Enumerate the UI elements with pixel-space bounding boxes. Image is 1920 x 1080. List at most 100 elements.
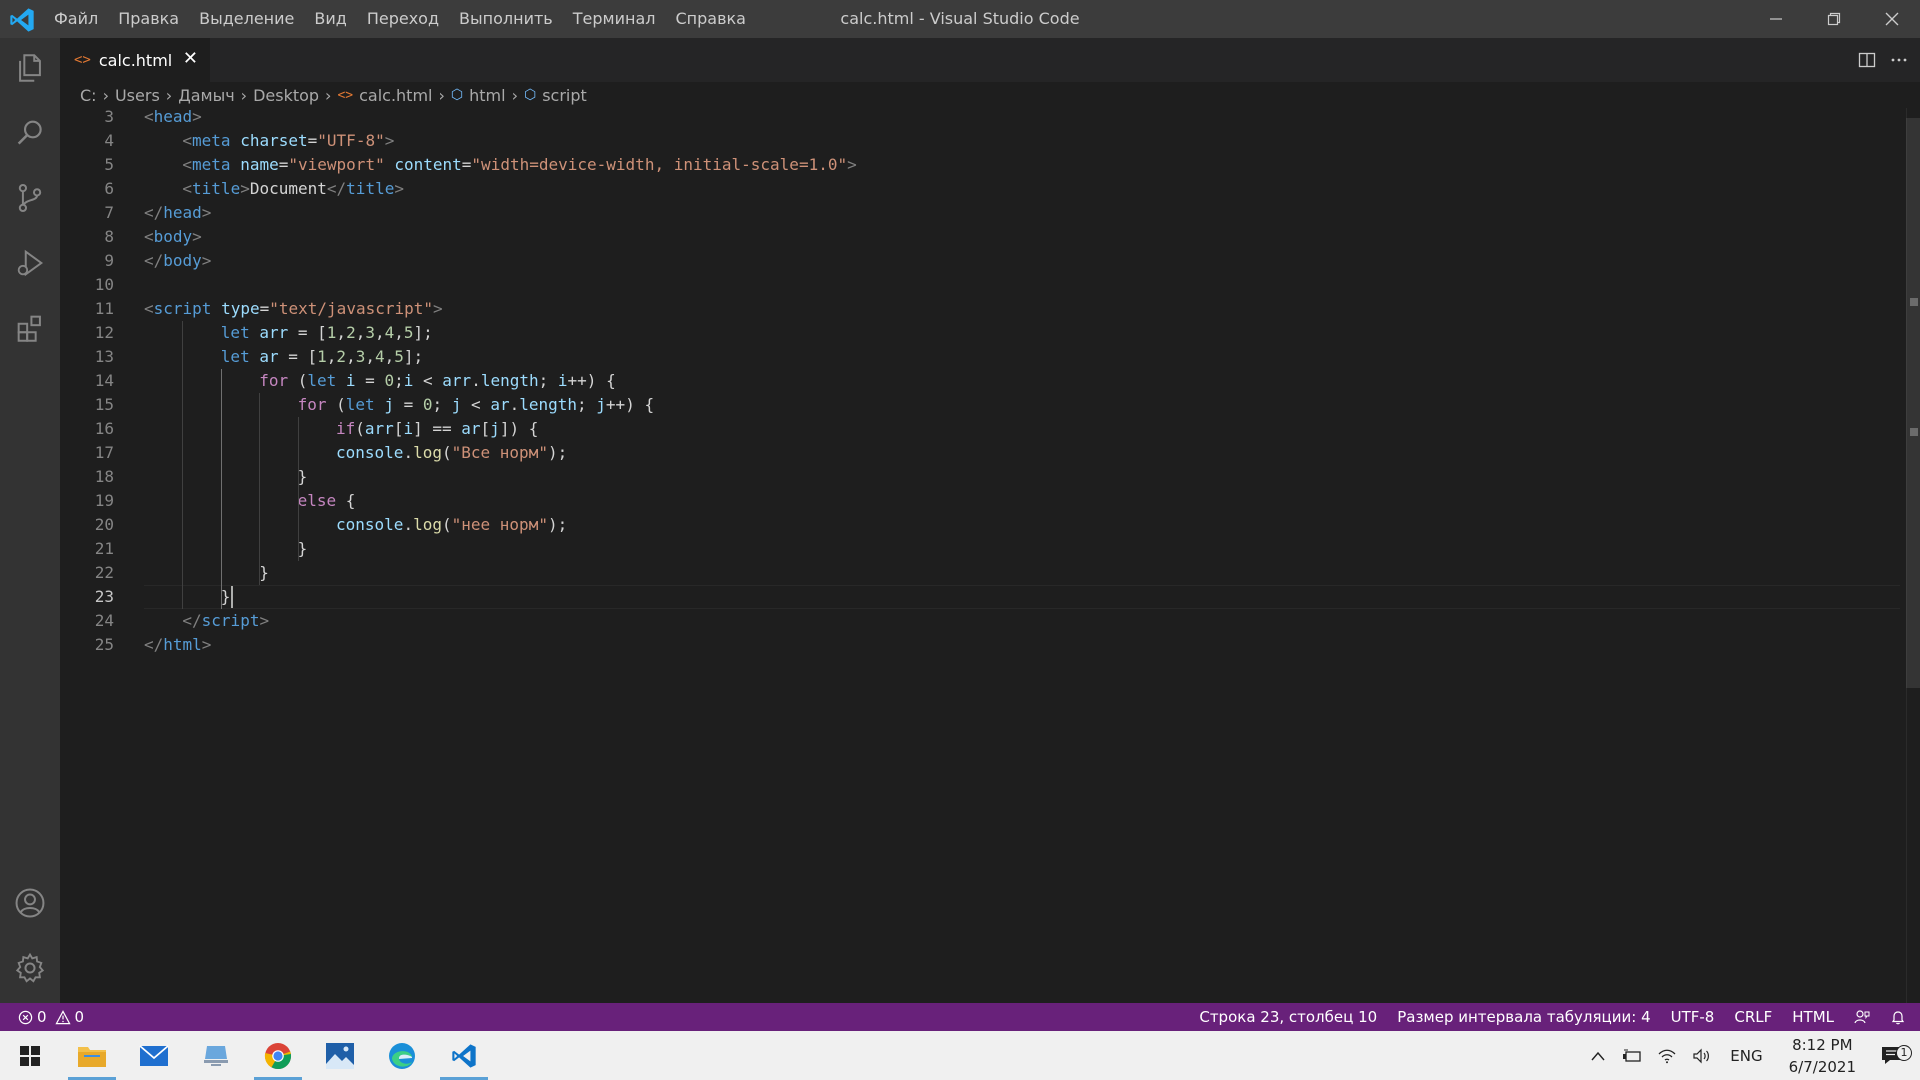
- code-line[interactable]: 12 let arr = [1,2,3,4,5];: [60, 321, 1900, 345]
- breadcrumb-symbol-html[interactable]: ⬡ html: [451, 86, 506, 105]
- breadcrumb-file[interactable]: <> calc.html: [337, 86, 432, 105]
- tab-size[interactable]: Размер интервала табуляции: 4: [1397, 1008, 1650, 1026]
- code-line[interactable]: 9 </body>: [60, 249, 1900, 273]
- code-token: >: [201, 251, 212, 270]
- vscode-logo-icon[interactable]: [8, 6, 36, 34]
- extensions-button[interactable]: [0, 298, 60, 358]
- problems-indicator[interactable]: 0 0: [18, 1003, 84, 1031]
- close-window-button[interactable]: [1864, 0, 1920, 38]
- language-mode[interactable]: HTML: [1792, 1008, 1834, 1026]
- feedback-icon[interactable]: [1854, 1009, 1870, 1025]
- source-control-button[interactable]: [0, 168, 60, 228]
- code-token: 4: [384, 323, 395, 342]
- start-button[interactable]: [0, 1031, 60, 1080]
- explorer-button[interactable]: [0, 38, 60, 98]
- tab-close-icon[interactable]: ✕: [183, 48, 198, 69]
- menu-view[interactable]: Вид: [304, 0, 356, 38]
- photos-icon: [326, 1042, 354, 1069]
- code-token: log: [413, 515, 442, 534]
- taskbar-photos[interactable]: [310, 1031, 370, 1080]
- code-text: <meta name="viewport" content="width=dev…: [182, 153, 856, 177]
- search-button[interactable]: [0, 103, 60, 163]
- code-token: =: [393, 395, 423, 414]
- code-token: length: [519, 395, 578, 414]
- taskbar-mail[interactable]: [124, 1031, 184, 1080]
- tab-calc-html[interactable]: <> calc.html ✕: [60, 38, 210, 82]
- code-line[interactable]: 14 for (let i = 0;i < arr.length; i++) {: [60, 369, 1900, 393]
- account-icon: [15, 888, 45, 918]
- code-token: head: [163, 203, 202, 222]
- code-token: "Все норм": [451, 443, 548, 462]
- code-line[interactable]: 15 for (let j = 0; j < ar.length; j++) {: [60, 393, 1900, 417]
- taskbar-this-pc[interactable]: [186, 1031, 246, 1080]
- code-token: meta: [192, 155, 231, 174]
- code-line[interactable]: 17 console.log("Все норм");: [60, 441, 1900, 465]
- menu-help[interactable]: Справка: [665, 0, 756, 38]
- source-control-icon: [18, 183, 42, 213]
- activity-bar: [0, 38, 60, 1003]
- action-center[interactable]: 1: [1870, 1044, 1920, 1067]
- breadcrumb-drive[interactable]: C:: [80, 86, 97, 105]
- code-line[interactable]: 25 </html>: [60, 633, 1900, 657]
- editor-scrollbar[interactable]: [1906, 108, 1920, 1003]
- split-editor-icon[interactable]: [1858, 51, 1876, 69]
- breadcrumb-desktop[interactable]: Desktop: [253, 86, 319, 105]
- code-line[interactable]: 13 let ar = [1,2,3,4,5];: [60, 345, 1900, 369]
- breadcrumb-symbol-script[interactable]: ⬡ script: [524, 86, 587, 105]
- volume-indicator[interactable]: [1684, 1048, 1718, 1064]
- encoding[interactable]: UTF-8: [1671, 1008, 1715, 1026]
- menu-file[interactable]: Файл: [44, 0, 108, 38]
- restore-button[interactable]: [1806, 0, 1862, 38]
- code-line[interactable]: 23}: [60, 585, 1900, 609]
- manage-button[interactable]: [0, 938, 60, 998]
- vscode-taskbar-icon: [452, 1043, 476, 1068]
- code-line[interactable]: 24 </script>: [60, 609, 1900, 633]
- code-line[interactable]: 7 </head>: [60, 201, 1900, 225]
- code-line[interactable]: 19 else {: [60, 489, 1900, 513]
- show-hidden-icons[interactable]: [1582, 1050, 1614, 1062]
- scrollbar-thumb[interactable]: [1906, 118, 1920, 688]
- breadcrumb-user-folder[interactable]: Дамыч: [178, 86, 234, 105]
- taskbar-file-explorer[interactable]: [62, 1031, 122, 1080]
- code-line[interactable]: 20 console.log("нее норм");: [60, 513, 1900, 537]
- code-token: let: [220, 323, 250, 342]
- menu-edit[interactable]: Правка: [108, 0, 189, 38]
- clock[interactable]: 8:12 PM 6/7/2021: [1775, 1034, 1870, 1078]
- code-line[interactable]: 11 <script type="text/javascript">: [60, 297, 1900, 321]
- menu-go[interactable]: Переход: [357, 0, 449, 38]
- code-line[interactable]: 5 <meta name="viewport" content="width=de…: [60, 153, 1900, 177]
- code-editor[interactable]: 3 <head> 4 <meta charset="UTF-8"> 5 <meta nam…: [60, 108, 1920, 1003]
- menu-run[interactable]: Выполнить: [449, 0, 563, 38]
- code-token: "UTF-8": [317, 131, 385, 150]
- end-of-line[interactable]: CRLF: [1734, 1008, 1772, 1026]
- bell-icon[interactable]: [1890, 1009, 1906, 1025]
- taskbar-vscode[interactable]: [434, 1031, 494, 1080]
- code-token: =: [259, 299, 270, 318]
- input-language[interactable]: ENG: [1718, 1047, 1774, 1065]
- run-debug-button[interactable]: [0, 233, 60, 293]
- battery-indicator[interactable]: [1614, 1049, 1650, 1063]
- code-line[interactable]: 21}: [60, 537, 1900, 561]
- code-line[interactable]: 4 <meta charset="UTF-8">: [60, 129, 1900, 153]
- network-indicator[interactable]: [1650, 1048, 1684, 1064]
- code-line[interactable]: 6 <title>Document</title>: [60, 177, 1900, 201]
- code-line[interactable]: 3 <head>: [60, 108, 1900, 129]
- accounts-button[interactable]: [0, 873, 60, 933]
- menu-terminal[interactable]: Терминал: [563, 0, 666, 38]
- cursor-position[interactable]: Строка 23, столбец 10: [1199, 1008, 1377, 1026]
- minimize-button[interactable]: [1748, 0, 1804, 38]
- code-line[interactable]: 22}: [60, 561, 1900, 585]
- taskbar-edge[interactable]: [372, 1031, 432, 1080]
- taskbar-chrome[interactable]: [248, 1031, 308, 1080]
- code-line[interactable]: 8 <body>: [60, 225, 1900, 249]
- code-line[interactable]: 10: [60, 273, 1900, 297]
- code-token: meta: [192, 131, 231, 150]
- code-line[interactable]: 18}: [60, 465, 1900, 489]
- menu-selection[interactable]: Выделение: [189, 0, 304, 38]
- more-actions-icon[interactable]: [1890, 51, 1908, 69]
- code-token: ++) {: [567, 371, 616, 390]
- breadcrumb-users[interactable]: Users: [115, 86, 160, 105]
- code-line[interactable]: 16 if(arr[i] == ar[j]) {: [60, 417, 1900, 441]
- mail-icon: [139, 1044, 169, 1066]
